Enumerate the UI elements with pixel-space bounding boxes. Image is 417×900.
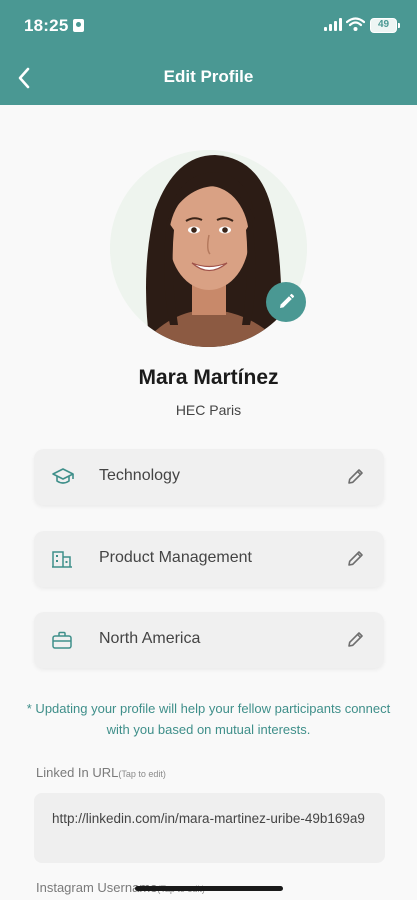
profile-school: HEC Paris [175, 402, 242, 418]
home-indicator [135, 886, 283, 891]
field-industry-label: Technology [99, 467, 180, 484]
profile-update-note: * Updating your profile will help your f… [26, 701, 391, 737]
notification-icon [73, 19, 84, 32]
field-function-label: Product Management [99, 549, 252, 566]
linkedin-hint: (Tap to edit) [118, 769, 166, 779]
linkedin-label-text: Linked In URL [36, 765, 119, 780]
field-region-label: North America [99, 630, 201, 647]
briefcase-icon [52, 631, 72, 649]
edit-photo-button[interactable] [266, 282, 306, 322]
field-function[interactable]: Product Management [34, 531, 384, 587]
building-icon [52, 551, 72, 568]
linkedin-label: Linked In URL(Tap to edit) [36, 765, 166, 780]
linkedin-url-field[interactable]: http://linkedin.com/in/mara-martinez-uri… [34, 793, 385, 863]
graduation-cap-icon [52, 468, 74, 484]
status-time: 18:25 [24, 16, 69, 35]
field-region[interactable]: North America [34, 612, 384, 668]
pencil-icon[interactable] [346, 548, 366, 568]
pencil-icon[interactable] [346, 629, 366, 649]
app-header: 18:25 49 Edit Profile [0, 0, 417, 105]
pencil-icon[interactable] [346, 466, 366, 486]
field-industry[interactable]: Technology [34, 449, 384, 505]
wifi-icon [346, 17, 365, 31]
battery-indicator: 49 [370, 18, 400, 33]
page-title: Edit Profile [163, 67, 254, 86]
pencil-icon [280, 293, 295, 308]
cellular-signal-icon [324, 18, 342, 31]
profile-name: Mara Martínez [138, 366, 279, 389]
